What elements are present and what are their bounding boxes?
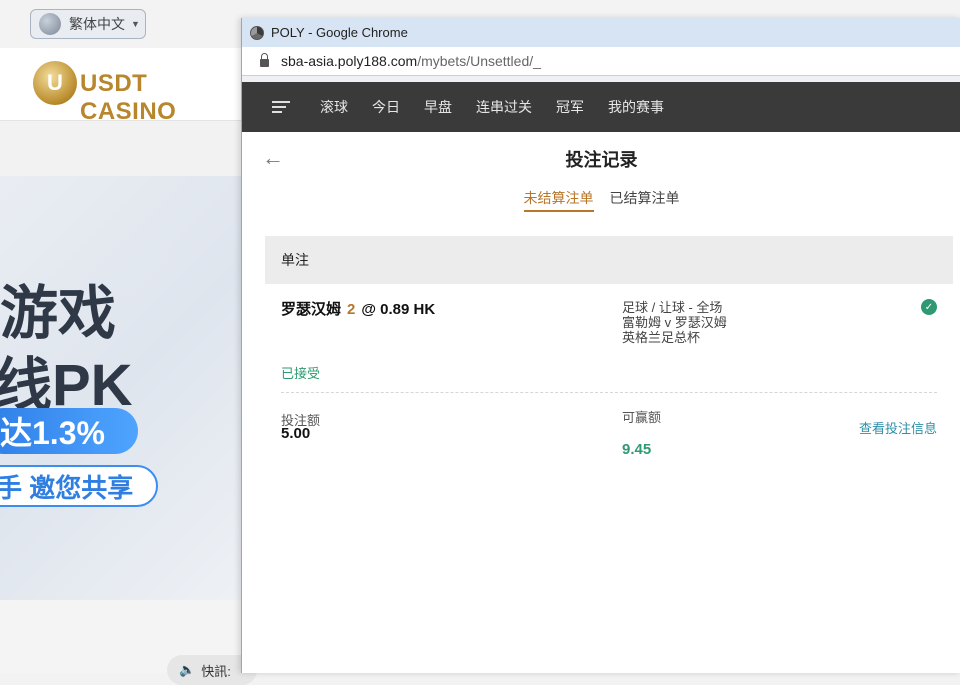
bet-match: 富勒姆 v 罗瑟汉姆 [622, 315, 727, 330]
bet-at: @ [361, 301, 376, 318]
sports-navbar: 滚球 今日 早盘 连串过关 冠军 我的赛事 [242, 76, 960, 132]
nav-item-today[interactable]: 今日 [372, 97, 400, 117]
tab-unsettled[interactable]: 未结算注单 [523, 180, 594, 212]
promo-banner[interactable]: 游戏 线PK 达1.3% 手 邀您共享 [0, 176, 245, 600]
bet-market: 足球 / 让球 - 全场 [622, 300, 723, 315]
lock-icon [260, 53, 269, 67]
bet-card: 罗瑟汉姆 2 @ 0.89 HK 足球 / 让球 - 全场 富勒姆 v 罗瑟汉姆 英… [281, 284, 937, 474]
casino-logo-icon: U [33, 61, 77, 105]
language-label: 繁体中文 [69, 16, 125, 32]
nav-item-outright[interactable]: 冠军 [556, 97, 584, 117]
url-text: sba-asia.poly188.com/mybets/Unsettled/_ [281, 53, 541, 69]
bet-status: 已接受 [281, 366, 321, 381]
nav-item-inplay[interactable]: 滚球 [320, 97, 348, 117]
chrome-popup-window: POLY - Google Chrome sba-asia.poly188.co… [241, 18, 960, 673]
casino-logo-text: USDT CASINO [80, 70, 177, 125]
bet-meta: 足球 / 让球 - 全场 富勒姆 v 罗瑟汉姆 英格兰足总杯 [622, 300, 727, 345]
section-title-single: 单注 [265, 236, 953, 284]
page-header: ← 投注记录 [242, 132, 960, 180]
language-select[interactable]: 繁体中文 ▼ [30, 9, 146, 39]
tab-settled[interactable]: 已结算注单 [610, 180, 680, 210]
speaker-icon: 🔈 [179, 662, 196, 677]
url-path: /mybets/Unsettled/_ [417, 53, 541, 69]
potential-win-value: 9.45 [622, 441, 652, 458]
url-host: sba-asia.poly188.com [281, 53, 418, 69]
menu-icon[interactable] [272, 101, 290, 113]
bet-handicap: 2 [347, 301, 356, 318]
page-title: 投注记录 [565, 150, 638, 170]
potential-win-label: 可赢额 [622, 410, 662, 425]
chrome-icon [250, 25, 264, 40]
bet-selection: 罗瑟汉姆 2 @ 0.89 HK [281, 298, 435, 319]
nav-item-parlay[interactable]: 连串过关 [476, 97, 532, 117]
caret-down-icon: ▼ [131, 19, 140, 29]
nav-item-my-events[interactable]: 我的赛事 [608, 97, 664, 117]
nav-item-early[interactable]: 早盘 [424, 97, 452, 117]
banner-rate-pill: 达1.3% [0, 408, 138, 454]
window-title: POLY - Google Chrome [271, 25, 408, 40]
window-titlebar[interactable]: POLY - Google Chrome [242, 18, 960, 47]
dashed-divider [281, 392, 937, 393]
stake-value: 5.00 [281, 425, 311, 442]
address-bar[interactable]: sba-asia.poly188.com/mybets/Unsettled/_ [242, 47, 960, 76]
bet-odds: 0.89 HK [380, 301, 436, 318]
background-header: U USDT CASINO [0, 48, 245, 125]
notice-label: 快訊: [201, 663, 231, 679]
globe-icon [39, 13, 61, 35]
view-bet-details-link[interactable]: 查看投注信息 [859, 418, 937, 437]
bet-team: 罗瑟汉姆 [281, 301, 342, 318]
bet-tabs: 未结算注单 已结算注单 [242, 180, 960, 220]
banner-invite-pill: 手 邀您共享 [0, 465, 158, 507]
bet-league: 英格兰足总杯 [622, 330, 701, 345]
check-circle-icon: ✓ [921, 299, 937, 315]
